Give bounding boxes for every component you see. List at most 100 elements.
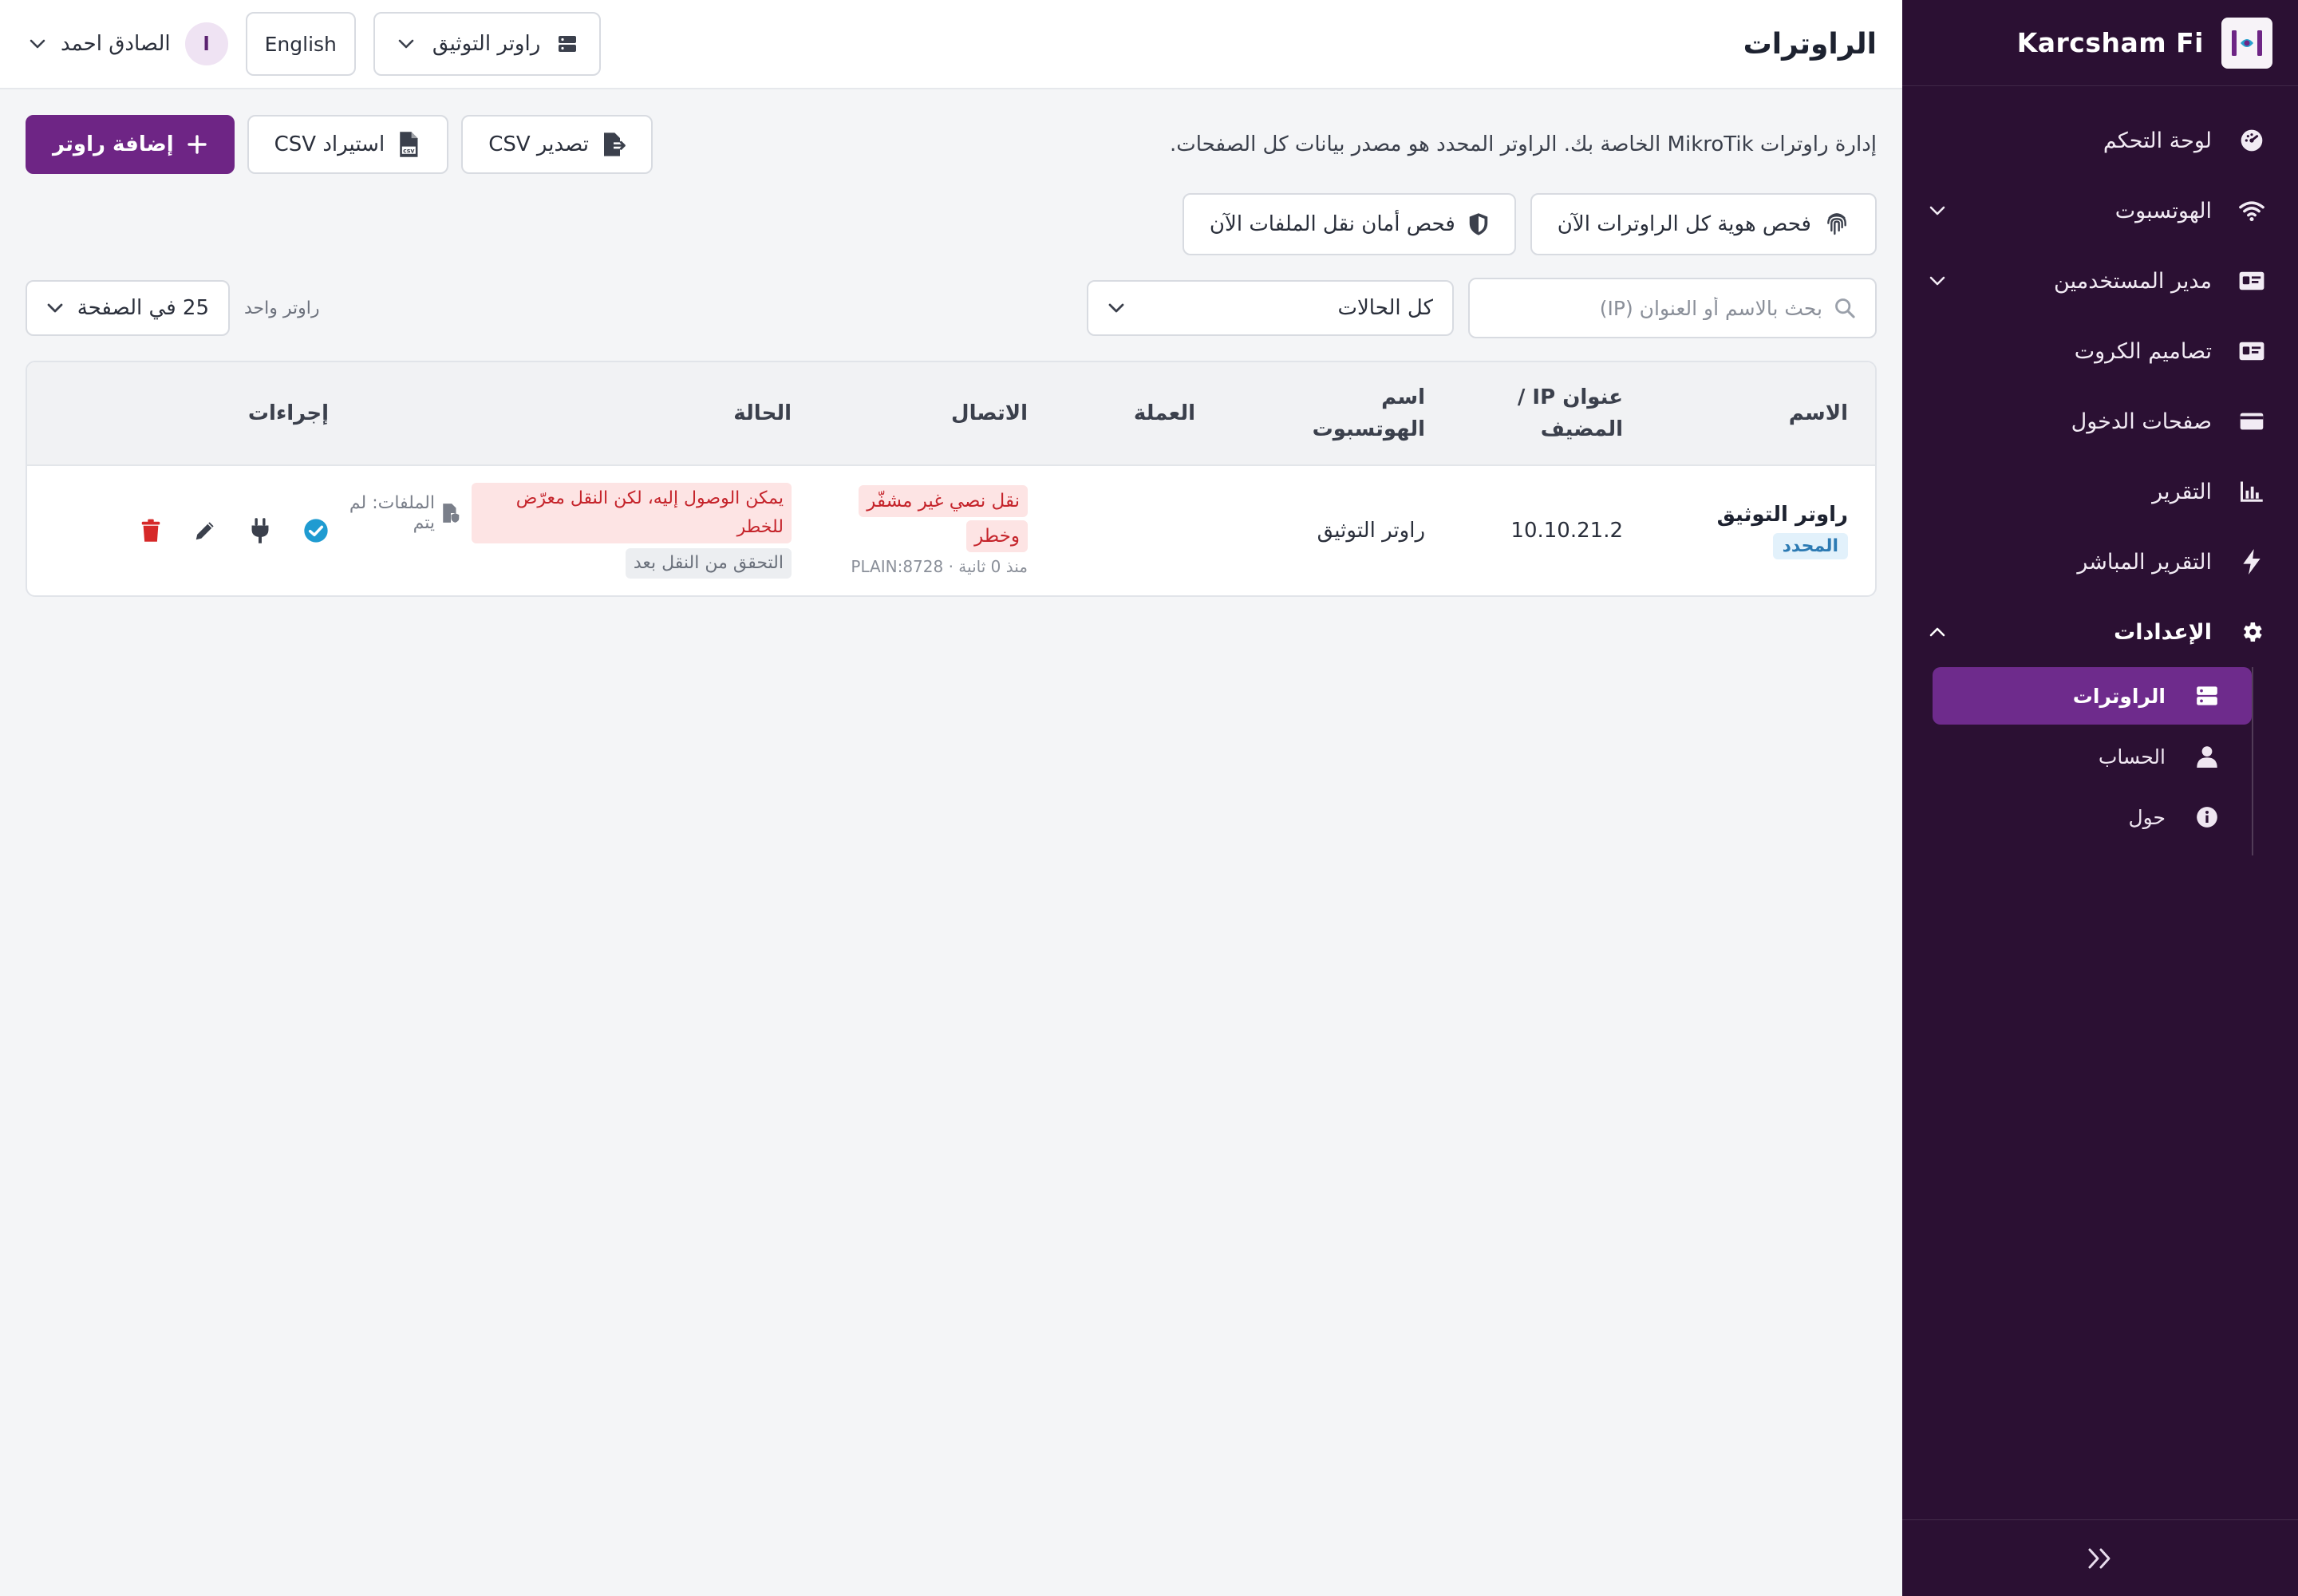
chevron-down-icon bbox=[1925, 275, 1950, 286]
router-select-value: راوتر التوثيق bbox=[432, 32, 541, 56]
edit-pencil-icon[interactable] bbox=[193, 519, 217, 543]
export-csv-button[interactable]: تصدير CSV bbox=[461, 115, 653, 174]
export-csv-label: تصدير CSV bbox=[488, 132, 589, 156]
brand-logo-icon bbox=[2221, 17, 2272, 69]
selected-badge: المحدد bbox=[1772, 532, 1848, 559]
table-row: راوتر التوثيق المحدد 10.10.21.2 راوتر ال… bbox=[27, 466, 1875, 595]
add-router-button[interactable]: إضافة راوتر bbox=[26, 115, 235, 174]
scan-actions: فحص هوية كل الراوترات الآن فحص أمان نقل … bbox=[26, 193, 1877, 255]
main-content: إدارة راوترات MikroTik الخاصة بك. الراوت… bbox=[0, 89, 1902, 1596]
user-icon bbox=[2193, 745, 2221, 768]
chevron-down-icon bbox=[46, 302, 64, 314]
files-status-detail: التحقق من النقل بعد bbox=[625, 548, 792, 579]
page-title: الراوترات bbox=[1743, 27, 1877, 61]
sidebar: Karcsham Fi لوحة التحكم الهوتسبوت مدير ا… bbox=[1902, 0, 2298, 1596]
files-status: الملفات: لم يتم bbox=[329, 493, 460, 533]
per-page-select[interactable]: 25 في الصفحة bbox=[26, 280, 230, 336]
sidebar-item-routers[interactable]: الراوترات bbox=[1933, 667, 2252, 725]
filters-row: كل الحالات راوتر واحد 25 في الصفحة bbox=[26, 278, 1877, 338]
svg-text:csv: csv bbox=[403, 147, 414, 154]
settings-subnav: الراوترات الحساب حول bbox=[1902, 667, 2298, 865]
header-currency[interactable]: العملة bbox=[1028, 397, 1227, 429]
plus-icon bbox=[187, 134, 207, 155]
sidebar-item-label: الراوترات bbox=[2072, 684, 2166, 708]
page-header-row: إدارة راوترات MikroTik الخاصة بك. الراوت… bbox=[26, 115, 1877, 174]
connection-warning-badge: نقل نصي غير مشفّر bbox=[859, 485, 1028, 517]
chevron-down-icon bbox=[29, 38, 46, 49]
sidebar-item-user-manager[interactable]: مدير المستخدمين bbox=[1902, 246, 2298, 316]
brand-name: Karcsham Fi bbox=[2016, 27, 2204, 58]
plug-icon[interactable] bbox=[249, 517, 271, 544]
language-toggle-button[interactable]: English bbox=[245, 12, 356, 76]
scan-transfer-button[interactable]: فحص أمان نقل الملفات الآن bbox=[1182, 193, 1516, 255]
topbar-controls: راوتر التوثيق English ا الصادق احمد bbox=[26, 12, 602, 76]
info-icon bbox=[2193, 806, 2221, 828]
user-menu[interactable]: ا الصادق احمد bbox=[26, 22, 228, 65]
subnav-rail bbox=[2252, 667, 2253, 855]
header-connection[interactable]: الاتصال bbox=[792, 397, 1028, 429]
header-hotspot[interactable]: اسم الهوتسبوت bbox=[1227, 381, 1425, 445]
sidebar-item-label: الإعدادات bbox=[2114, 619, 2212, 645]
files-status-label: الملفات: لم يتم bbox=[349, 493, 436, 533]
verified-check-icon[interactable] bbox=[303, 518, 329, 543]
page-actions: تصدير CSV csv استيراد CSV إضافة راوتر bbox=[26, 115, 653, 174]
shield-icon bbox=[1468, 212, 1489, 236]
sidebar-item-report[interactable]: التقرير bbox=[1902, 456, 2298, 527]
sidebar-item-login-pages[interactable]: صفحات الدخول bbox=[1902, 386, 2298, 456]
search-box bbox=[1468, 278, 1877, 338]
chevron-down-icon bbox=[1108, 302, 1125, 314]
trash-icon[interactable] bbox=[140, 519, 161, 543]
scan-identity-button[interactable]: فحص هوية كل الراوترات الآن bbox=[1530, 193, 1877, 255]
id-card-icon bbox=[2236, 340, 2268, 362]
header-ip[interactable]: عنوان IP / المضيف bbox=[1425, 381, 1623, 445]
sidebar-item-label: الحساب bbox=[2098, 745, 2166, 768]
router-count: راوتر واحد bbox=[244, 298, 320, 318]
cell-actions bbox=[27, 517, 329, 544]
status-warning-badge: يمكن الوصول إليه، لكن النقل معرّض للخطر bbox=[472, 483, 792, 543]
card-icon bbox=[2236, 411, 2268, 432]
router-select[interactable]: راوتر التوثيق bbox=[373, 12, 602, 76]
import-csv-button[interactable]: csv استيراد CSV bbox=[247, 115, 449, 174]
sidebar-item-card-designs[interactable]: تصاميم الكروت bbox=[1902, 316, 2298, 386]
table-header: الاسم عنوان IP / المضيف اسم الهوتسبوت ال… bbox=[27, 362, 1875, 466]
search-icon bbox=[1834, 297, 1856, 319]
bar-chart-icon bbox=[2236, 480, 2268, 503]
sidebar-item-account[interactable]: الحساب bbox=[1933, 728, 2252, 785]
header-status[interactable]: الحالة bbox=[329, 397, 792, 429]
chevron-down-icon bbox=[397, 38, 415, 49]
file-export-icon bbox=[602, 132, 626, 157]
collapse-sidebar-button[interactable] bbox=[1902, 1519, 2298, 1596]
cell-name: راوتر التوثيق المحدد bbox=[1623, 503, 1875, 559]
search-input[interactable] bbox=[1489, 296, 1822, 320]
scan-identity-label: فحص هوية كل الراوترات الآن bbox=[1557, 212, 1811, 236]
sidebar-item-about[interactable]: حول bbox=[1933, 788, 2252, 846]
sidebar-item-live-report[interactable]: التقرير المباشر bbox=[1902, 527, 2298, 597]
cell-hotspot: راوتر التوثيق bbox=[1317, 519, 1425, 543]
sidebar-item-label: التقرير bbox=[2152, 479, 2212, 504]
sidebar-item-label: صفحات الدخول bbox=[2071, 409, 2212, 434]
header-actions: إجراءات bbox=[247, 401, 329, 425]
sidebar-item-settings[interactable]: الإعدادات bbox=[1902, 597, 2298, 667]
cell-connection: نقل نصي غير مشفّر وخطر منذ 0 ثانية · PLA… bbox=[792, 485, 1028, 576]
double-chevron-icon bbox=[2087, 1547, 2114, 1570]
sidebar-item-dashboard[interactable]: لوحة التحكم bbox=[1902, 105, 2298, 176]
header-hotspot-line2: الهوتسبوت bbox=[1312, 417, 1425, 441]
per-page-value: 25 في الصفحة bbox=[77, 296, 209, 320]
sidebar-nav: لوحة التحكم الهوتسبوت مدير المستخدمين تص… bbox=[1902, 86, 2298, 865]
connection-warning-badge-cont: وخطر bbox=[966, 520, 1028, 552]
brand: Karcsham Fi bbox=[1902, 0, 2298, 86]
sidebar-item-label: مدير المستخدمين bbox=[2054, 268, 2212, 294]
cell-status: يمكن الوصول إليه، لكن النقل معرّض للخطر … bbox=[329, 483, 792, 579]
import-csv-label: استيراد CSV bbox=[274, 132, 385, 156]
status-filter-value: كل الحالات bbox=[1337, 296, 1434, 320]
sidebar-item-label: الهوتسبوت bbox=[2114, 198, 2212, 223]
header-name[interactable]: الاسم bbox=[1623, 397, 1875, 429]
gear-icon bbox=[2236, 619, 2268, 645]
sidebar-item-label: التقرير المباشر bbox=[2077, 549, 2212, 575]
connection-meta: منذ 0 ثانية · PLAIN:8728 bbox=[851, 557, 1028, 576]
server-icon bbox=[2193, 685, 2221, 706]
status-filter-select[interactable]: كل الحالات bbox=[1087, 280, 1454, 336]
sidebar-item-hotspot[interactable]: الهوتسبوت bbox=[1902, 176, 2298, 246]
scan-transfer-label: فحص أمان نقل الملفات الآن bbox=[1209, 212, 1455, 236]
server-icon bbox=[558, 35, 577, 53]
